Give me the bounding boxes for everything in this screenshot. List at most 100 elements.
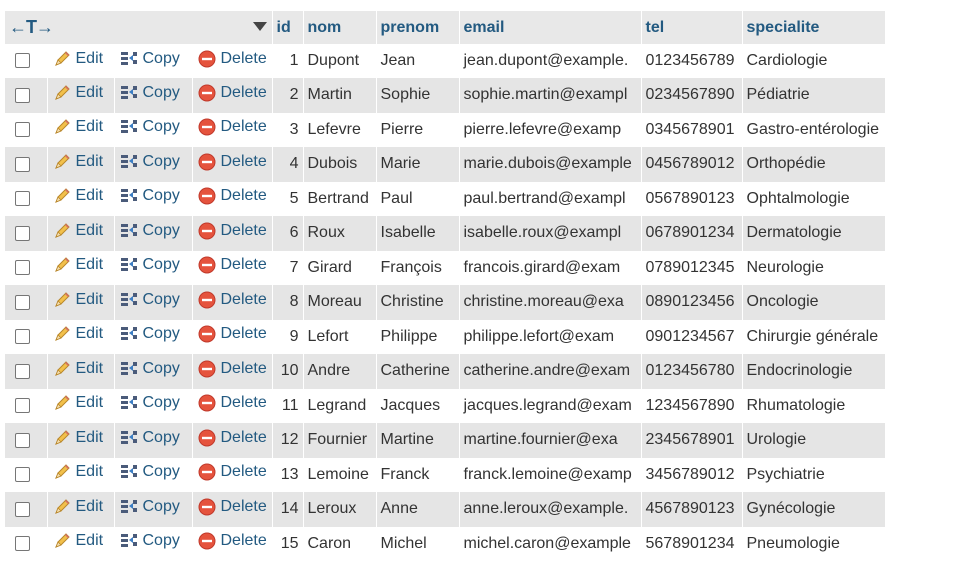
delete-cell: Delete <box>192 458 272 493</box>
header-specialite[interactable]: specialite <box>742 11 885 44</box>
edit-button[interactable]: Edit <box>52 83 104 103</box>
copy-icon <box>119 152 139 172</box>
copy-button[interactable]: Copy <box>119 221 180 241</box>
column-arrows-control[interactable]: ←T→ <box>9 17 53 38</box>
cell-prenom: Sophie <box>376 78 459 113</box>
copy-button[interactable]: Copy <box>119 324 180 344</box>
delete-button[interactable]: Delete <box>197 221 267 241</box>
cell-specialite: Dermatologie <box>742 216 885 251</box>
delete-button[interactable]: Delete <box>197 255 267 275</box>
row-checkbox[interactable] <box>15 433 30 448</box>
delete-button[interactable]: Delete <box>197 428 267 448</box>
sort-dropdown-icon[interactable] <box>253 22 267 31</box>
header-nom[interactable]: nom <box>303 11 376 44</box>
cell-nom: Legrand <box>303 389 376 424</box>
copy-cell: Copy <box>114 78 192 113</box>
copy-button[interactable]: Copy <box>119 152 180 172</box>
row-checkbox[interactable] <box>15 53 30 68</box>
row-checkbox[interactable] <box>15 467 30 482</box>
edit-button[interactable]: Edit <box>52 531 104 551</box>
edit-button[interactable]: Edit <box>52 255 104 275</box>
cell-email: paul.bertrand@exampl <box>459 182 641 217</box>
cell-tel: 3456789012 <box>641 458 742 493</box>
copy-button[interactable]: Copy <box>119 428 180 448</box>
row-checkbox[interactable] <box>15 536 30 551</box>
edit-button[interactable]: Edit <box>52 359 104 379</box>
delete-cell: Delete <box>192 423 272 458</box>
delete-button[interactable]: Delete <box>197 83 267 103</box>
cell-tel: 0234567890 <box>641 78 742 113</box>
copy-icon <box>119 255 139 275</box>
row-checkbox[interactable] <box>15 502 30 517</box>
delete-button[interactable]: Delete <box>197 531 267 551</box>
edit-button[interactable]: Edit <box>52 152 104 172</box>
copy-button[interactable]: Copy <box>119 359 180 379</box>
copy-button[interactable]: Copy <box>119 531 180 551</box>
edit-label: Edit <box>76 256 104 274</box>
copy-button[interactable]: Copy <box>119 83 180 103</box>
copy-button[interactable]: Copy <box>119 255 180 275</box>
edit-button[interactable]: Edit <box>52 186 104 206</box>
column-control-header[interactable]: ←T→ <box>5 11 272 44</box>
edit-button[interactable]: Edit <box>52 221 104 241</box>
delete-button[interactable]: Delete <box>197 290 267 310</box>
copy-label: Copy <box>143 256 180 274</box>
table-row: Edit Copy De <box>5 147 885 182</box>
edit-button[interactable]: Edit <box>52 290 104 310</box>
edit-cell: Edit <box>47 147 114 182</box>
row-checkbox[interactable] <box>15 364 30 379</box>
edit-button[interactable]: Edit <box>52 428 104 448</box>
row-checkbox[interactable] <box>15 398 30 413</box>
edit-button[interactable]: Edit <box>52 393 104 413</box>
row-checkbox[interactable] <box>15 329 30 344</box>
header-tel[interactable]: tel <box>641 11 742 44</box>
row-checkbox[interactable] <box>15 157 30 172</box>
row-checkbox[interactable] <box>15 88 30 103</box>
header-email[interactable]: email <box>459 11 641 44</box>
delete-button[interactable]: Delete <box>197 324 267 344</box>
cell-specialite: Oncologie <box>742 285 885 320</box>
cell-nom: Lemoine <box>303 458 376 493</box>
cell-specialite: Gastro-entérologie <box>742 113 885 148</box>
table-row: Edit Copy De <box>5 389 885 424</box>
header-prenom[interactable]: prenom <box>376 11 459 44</box>
copy-button[interactable]: Copy <box>119 497 180 517</box>
cell-id: 11 <box>272 389 303 424</box>
edit-button[interactable]: Edit <box>52 497 104 517</box>
edit-button[interactable]: Edit <box>52 462 104 482</box>
copy-icon <box>119 462 139 482</box>
row-checkbox[interactable] <box>15 226 30 241</box>
copy-button[interactable]: Copy <box>119 462 180 482</box>
row-checkbox-cell <box>5 389 47 424</box>
header-id[interactable]: id <box>272 11 303 44</box>
copy-label: Copy <box>143 498 180 516</box>
cell-specialite: Pneumologie <box>742 527 885 561</box>
row-checkbox[interactable] <box>15 295 30 310</box>
edit-button[interactable]: Edit <box>52 324 104 344</box>
delete-button[interactable]: Delete <box>197 359 267 379</box>
cell-id: 8 <box>272 285 303 320</box>
row-checkbox-cell <box>5 320 47 355</box>
copy-button[interactable]: Copy <box>119 290 180 310</box>
copy-button[interactable]: Copy <box>119 117 180 137</box>
cell-id: 15 <box>272 527 303 561</box>
edit-label: Edit <box>76 50 104 68</box>
delete-cell: Delete <box>192 320 272 355</box>
delete-button[interactable]: Delete <box>197 49 267 69</box>
cell-specialite: Urologie <box>742 423 885 458</box>
delete-button[interactable]: Delete <box>197 497 267 517</box>
row-checkbox[interactable] <box>15 191 30 206</box>
delete-button[interactable]: Delete <box>197 186 267 206</box>
delete-button[interactable]: Delete <box>197 117 267 137</box>
copy-button[interactable]: Copy <box>119 49 180 69</box>
delete-label: Delete <box>221 463 267 481</box>
edit-button[interactable]: Edit <box>52 117 104 137</box>
edit-button[interactable]: Edit <box>52 49 104 69</box>
delete-button[interactable]: Delete <box>197 393 267 413</box>
delete-button[interactable]: Delete <box>197 462 267 482</box>
row-checkbox[interactable] <box>15 260 30 275</box>
copy-button[interactable]: Copy <box>119 393 180 413</box>
row-checkbox[interactable] <box>15 122 30 137</box>
copy-button[interactable]: Copy <box>119 186 180 206</box>
delete-button[interactable]: Delete <box>197 152 267 172</box>
